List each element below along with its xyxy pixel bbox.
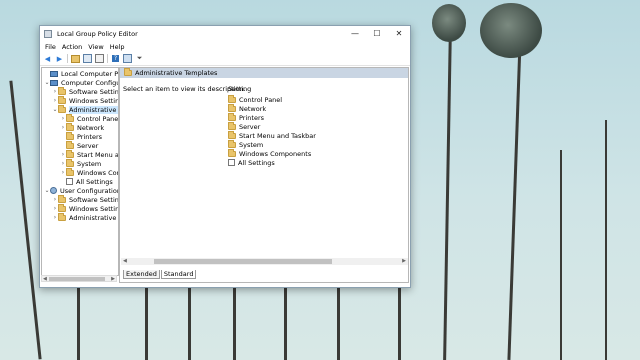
- list-item-windows-components[interactable]: Windows Components: [228, 148, 311, 158]
- folder-icon: [228, 139, 236, 148]
- toolbar-separator: [107, 54, 108, 63]
- computer-icon: [50, 79, 58, 86]
- folder-icon: [66, 158, 74, 167]
- folder-icon: [228, 112, 236, 121]
- show-hide-tree-icon[interactable]: [83, 54, 92, 63]
- title-bar: Local Group Policy Editor — ☐ ✕: [40, 26, 410, 41]
- tree-item-administrative-templates[interactable]: ⌄ Administrative Te: [52, 104, 118, 114]
- folder-icon: [58, 104, 66, 113]
- folder-icon: [66, 149, 74, 158]
- list-item-control-panel[interactable]: Control Panel: [228, 94, 282, 104]
- folder-icon: [66, 131, 74, 140]
- folder-icon: [66, 167, 74, 176]
- group-policy-window: Local Group Policy Editor — ☐ ✕ File Act…: [39, 25, 411, 288]
- folder-icon: [228, 148, 236, 157]
- details-horizontal-scrollbar[interactable]: ◀ ▶: [121, 258, 408, 265]
- back-arrow-icon[interactable]: ◀: [43, 54, 52, 63]
- column-header-setting[interactable]: Setting: [228, 85, 251, 93]
- tree-horizontal-scrollbar[interactable]: ◀ ▶: [41, 275, 117, 282]
- up-folder-icon[interactable]: [71, 54, 80, 63]
- help-icon[interactable]: ?: [111, 54, 120, 63]
- settings-icon: [228, 159, 235, 166]
- folder-icon: [124, 68, 132, 76]
- user-icon: [50, 187, 57, 194]
- tab-standard[interactable]: Standard: [160, 270, 197, 279]
- minimize-button[interactable]: —: [344, 26, 366, 41]
- scrollbar-thumb[interactable]: [154, 259, 332, 264]
- menu-help[interactable]: Help: [110, 43, 125, 51]
- tree-item-computer-configuration[interactable]: ⌄ Computer Configura: [44, 78, 118, 87]
- export-list-icon[interactable]: [95, 54, 104, 63]
- computer-icon: [50, 70, 58, 77]
- folder-icon: [66, 122, 74, 131]
- folder-icon: [66, 140, 74, 149]
- app-icon: [44, 29, 52, 38]
- close-button[interactable]: ✕: [388, 26, 410, 41]
- folder-icon: [228, 121, 236, 130]
- menu-bar: File Action View Help: [40, 41, 410, 52]
- properties-icon[interactable]: [123, 54, 132, 63]
- tab-extended[interactable]: Extended: [123, 270, 160, 279]
- folder-icon: [228, 103, 236, 112]
- view-tabs: Extended Standard: [123, 270, 197, 279]
- scroll-right-icon[interactable]: ▶: [402, 258, 406, 264]
- tree-item-local-computer-policy[interactable]: Local Computer Policy: [44, 69, 118, 78]
- tree-item-all-settings[interactable]: All Settings: [60, 177, 113, 186]
- folder-icon: [228, 94, 236, 103]
- folder-icon: [228, 130, 236, 139]
- list-item-start-menu-and-taskbar[interactable]: Start Menu and Taskbar: [228, 130, 316, 140]
- menu-file[interactable]: File: [45, 43, 56, 51]
- toolbar-separator: [67, 54, 68, 63]
- folder-icon: [58, 212, 66, 221]
- folder-icon: [58, 95, 66, 104]
- tree-item-user-configuration[interactable]: ⌄ User Configuration: [44, 186, 118, 195]
- window-title: Local Group Policy Editor: [57, 29, 138, 38]
- tree-item-windows-components[interactable]: › Windows Cor: [60, 167, 118, 177]
- scroll-left-icon[interactable]: ◀: [43, 276, 47, 282]
- filter-icon[interactable]: ⏷: [135, 54, 144, 63]
- maximize-button[interactable]: ☐: [366, 26, 388, 41]
- folder-icon: [66, 113, 74, 122]
- tree-item-user-administrative-templates[interactable]: › Administrative Te: [52, 212, 118, 222]
- policy-tree[interactable]: Local Computer Policy ⌄ Computer Configu…: [41, 67, 119, 276]
- scroll-left-icon[interactable]: ◀: [123, 258, 127, 264]
- menu-view[interactable]: View: [88, 43, 103, 51]
- settings-icon: [66, 178, 73, 185]
- folder-icon: [58, 86, 66, 95]
- forward-arrow-icon[interactable]: ▶: [55, 54, 64, 63]
- folder-icon: [58, 203, 66, 212]
- details-header: Administrative Templates: [120, 68, 408, 78]
- scrollbar-thumb[interactable]: [49, 277, 105, 281]
- scroll-right-icon[interactable]: ▶: [111, 276, 115, 282]
- details-pane: Administrative Templates Select an item …: [119, 67, 409, 283]
- folder-icon: [58, 194, 66, 203]
- toolbar: ◀ ▶ ? ⏷: [40, 52, 410, 66]
- menu-action[interactable]: Action: [62, 43, 82, 51]
- list-item-all-settings[interactable]: All Settings: [228, 158, 275, 167]
